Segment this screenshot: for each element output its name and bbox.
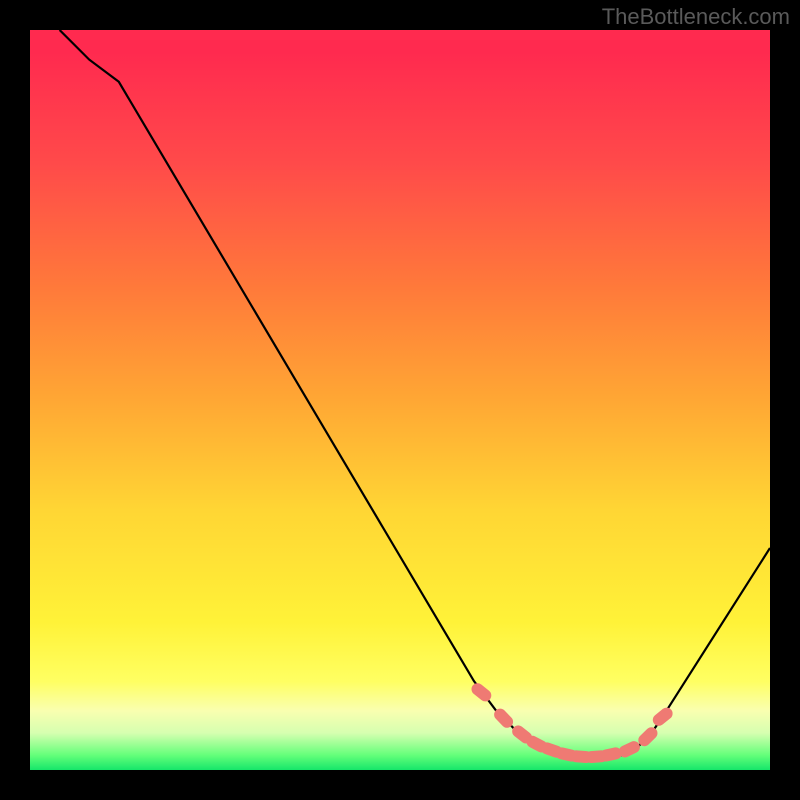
- curve-marker: [650, 705, 675, 728]
- chart-overlay: [30, 30, 770, 770]
- watermark-text: TheBottleneck.com: [602, 4, 790, 30]
- curve-marker: [599, 746, 623, 762]
- chart-area: [30, 30, 770, 770]
- curve-marker: [469, 681, 494, 704]
- marker-group: [469, 681, 675, 764]
- bottleneck-curve: [60, 30, 770, 758]
